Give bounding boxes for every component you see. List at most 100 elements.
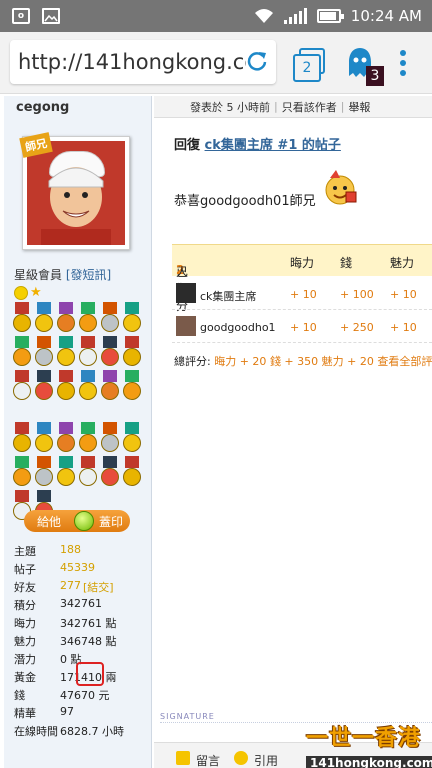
quote-icon[interactable] [234,751,248,765]
medal-icon[interactable] [56,370,76,402]
medal-icon[interactable] [12,456,32,488]
medal-icon[interactable] [34,422,54,454]
watermark-title: 一世一香港 [306,726,422,751]
post-meta: 發表於 5 小時前 | 只看該作者 | 舉報 [154,96,432,118]
medal-icon[interactable] [34,456,54,488]
rating-value: + 10 [390,321,417,334]
image-icon [42,8,60,24]
highlight-box [76,662,104,686]
username[interactable]: cegong [16,100,69,115]
reply-heading: 回復 ck集團主席 #1 的帖子 [174,134,341,153]
reply-prefix: 回復 [174,138,201,153]
stat-row: 主題 188 [14,543,124,561]
stat-label: 在線時間 [14,725,58,738]
medal-icon[interactable] [78,422,98,454]
rating-row: goodgoodho1 + 10 + 250 + 10 [172,311,432,343]
medal-icon[interactable] [34,336,54,368]
stat-value[interactable]: 45339 [60,561,95,579]
medal-icon[interactable] [34,370,54,402]
rating-value: + 10 [390,288,417,301]
clock: 10:24 AM [350,7,422,25]
stat-row: 在線時間 6828.7 小時 [14,723,124,741]
rater-name[interactable]: goodgoodho1 [200,321,276,334]
medal-icon[interactable] [12,422,32,454]
stat-row: 精華 97 [14,705,124,723]
gift-orb-icon [74,511,94,531]
rating-col-3: 魅力 [390,256,415,270]
address-bar[interactable]: http://141hongkong.com [10,40,276,84]
total-value: 魅力 + 20 [321,355,374,368]
avatar[interactable]: 師兄 [19,132,130,250]
reply-target-link[interactable]: ck集團主席 #1 的帖子 [205,138,341,153]
rating-col-2: 錢 [340,256,353,270]
medal-icon[interactable] [100,302,120,334]
stat-value[interactable]: 188 [60,543,81,561]
gift-label: 給他 [36,514,61,529]
stat-row: 晦力 342761 點 [14,615,124,633]
screen: { "status_bar": { "time": "10:24 AM", "i… [0,0,432,768]
rating-col-1: 晦力 [290,256,315,270]
medal-icon[interactable] [56,422,76,454]
post-time: 發表於 5 小時前 [190,100,270,114]
member-level-label: 星級會員 [14,268,63,282]
watermark-site: 141hongkong.com [306,756,432,768]
send-message-link[interactable]: [發短訊] [66,268,111,282]
stat-value[interactable]: 277 [60,579,81,597]
rating-total: 總評分: 晦力 + 20 錢 + 350 魅力 + 20 查看全部評分 [174,353,432,369]
gift-stamp-button[interactable]: 給他 蓋印 [24,510,130,532]
member-level: 星級會員 [發短訊] [14,266,111,283]
medal-icon[interactable] [12,336,32,368]
rater-name[interactable]: ck集團主席 [200,288,256,304]
medal-icon[interactable] [122,370,142,402]
medal-icon[interactable] [100,456,120,488]
medal-icon[interactable] [122,422,142,454]
reload-icon[interactable] [246,50,268,72]
ghostery-badge: 3 [366,66,384,86]
rater-avatar[interactable] [176,283,196,303]
stat-label: 主題 [14,545,36,558]
stat-label: 積分 [14,599,36,612]
medal-icon[interactable] [78,302,98,334]
stat-label: 帖子 [14,563,36,576]
comment-button[interactable]: 留言 [196,752,220,768]
stat-value: 342761 [60,597,102,610]
rater-avatar[interactable] [176,316,196,336]
avatar-photo [27,141,125,245]
overflow-menu-icon[interactable] [398,50,408,80]
status-bar: o 10:24 AM [0,0,432,32]
smiley-icon [14,286,28,300]
tab-count[interactable]: 2 [293,54,321,82]
medal-icon[interactable] [78,456,98,488]
signal-icon [283,8,307,24]
medal-icon[interactable] [122,456,142,488]
medal-icon[interactable] [122,302,142,334]
medal-icon[interactable] [100,370,120,402]
comment-icon[interactable] [176,751,190,765]
total-label: 總評分: [174,355,211,368]
stat-value: 97 [60,705,74,718]
medal-icon[interactable] [12,370,32,402]
medal-icon[interactable] [100,422,120,454]
rating-value: + 10 [290,321,317,334]
quote-button[interactable]: 引用 [254,752,278,768]
tabs-icon[interactable]: 2 [293,48,327,82]
medal-icon[interactable] [56,302,76,334]
battery-icon [316,9,344,23]
medal-icon[interactable] [78,336,98,368]
view-all-ratings-link[interactable]: 查看全部評分 [377,355,432,368]
url-text[interactable]: http://141hongkong.com [18,50,246,74]
medal-icon[interactable] [122,336,142,368]
stat-label: 潛力 [14,653,36,666]
medal-icon[interactable] [78,370,98,402]
user-stats: 主題 188 帖子 45339 好友 277 [結交] 積分 342761 晦力 342761 點魅… [14,543,124,741]
medal-icon[interactable] [56,336,76,368]
total-value: 晦力 + 20 [214,355,267,368]
medal-icon[interactable] [34,302,54,334]
report-link[interactable]: 舉報 [348,99,370,115]
add-friend-link[interactable]: [結交] [83,579,114,597]
medal-icon[interactable] [12,302,32,334]
only-author-link[interactable]: 只看該作者 [282,99,337,115]
medal-icon[interactable] [100,336,120,368]
stat-row: 錢 47670 元 [14,687,124,705]
medal-icon[interactable] [56,456,76,488]
